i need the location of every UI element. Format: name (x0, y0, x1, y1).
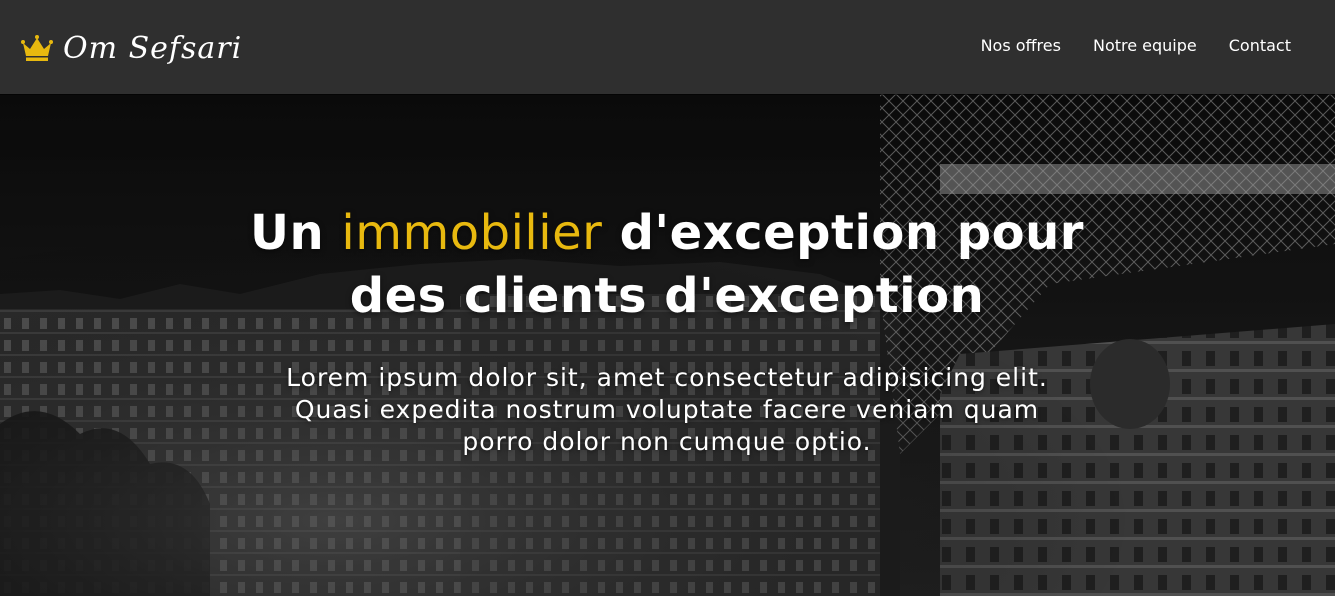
hero-title-start: Un (250, 205, 342, 261)
brand-logo-link[interactable]: Om Sefsari (21, 28, 242, 68)
nav-link-notre-equipe[interactable]: Notre equipe (1093, 36, 1197, 55)
brand-name: Om Sefsari (63, 30, 243, 66)
nav-link-nos-offres[interactable]: Nos offres (981, 36, 1061, 55)
hero-title: Un immobilier d'exception pour des clien… (217, 202, 1117, 328)
navbar: Om Sefsari Nos offres Notre equipe Conta… (0, 0, 1335, 94)
hero-description: Lorem ipsum dolor sit, amet consectetur … (286, 363, 1048, 456)
crown-icon (21, 35, 53, 61)
nav-link-contact[interactable]: Contact (1229, 36, 1291, 55)
main-nav: Nos offres Notre equipe Contact (981, 36, 1291, 55)
hero-title-highlight: immobilier (341, 205, 603, 261)
hero-content: Un immobilier d'exception pour des clien… (0, 94, 1335, 596)
